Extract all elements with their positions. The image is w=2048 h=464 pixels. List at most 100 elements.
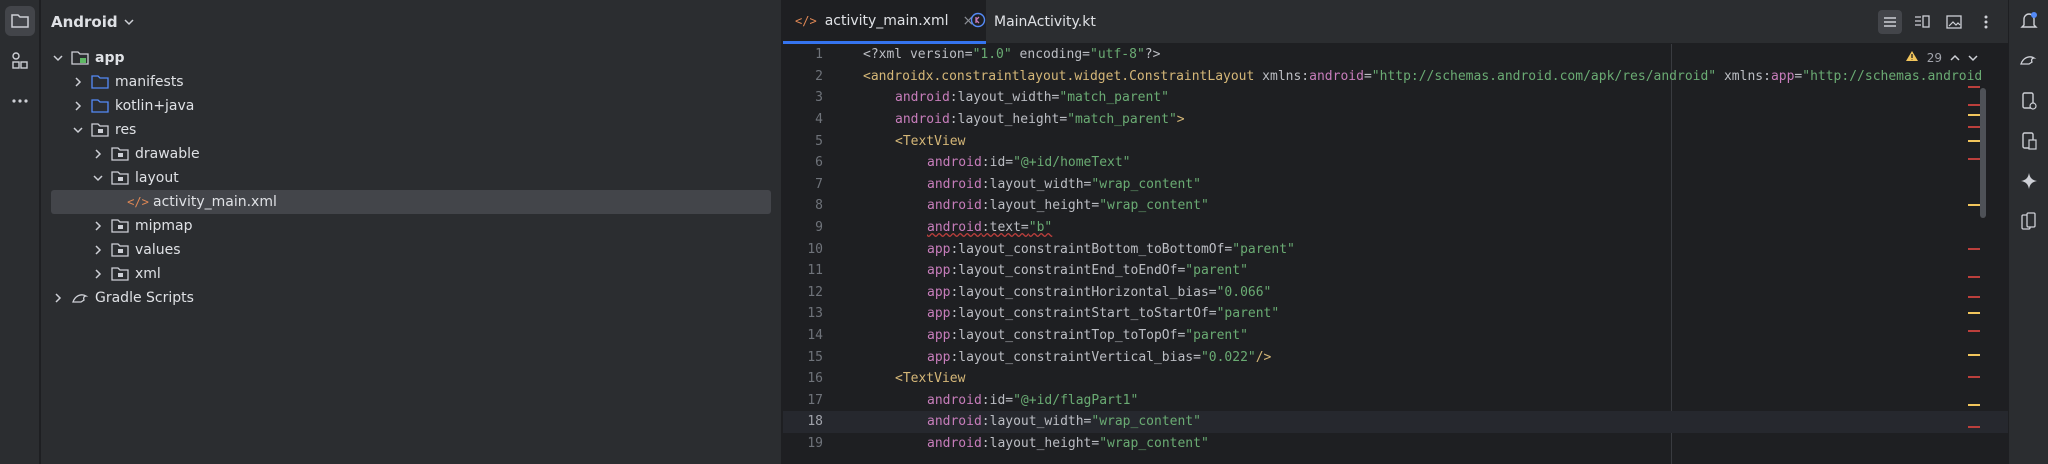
error-mark[interactable] xyxy=(1968,248,1980,250)
tree-item-drawable[interactable]: drawable xyxy=(41,142,781,166)
chevron-right-icon[interactable] xyxy=(71,101,85,111)
code-line: 11 app:layout_constraintEnd_toEndOf="par… xyxy=(783,260,2008,282)
tree-item-label: manifests xyxy=(115,74,184,90)
gemini-button[interactable] xyxy=(2014,46,2044,76)
code-view-button[interactable] xyxy=(1878,10,1902,34)
tree-item-kotlin-java[interactable]: kotlin+java xyxy=(41,94,781,118)
chevron-down-icon[interactable] xyxy=(91,174,105,182)
code-content: app:layout_constraintTop_toTopOf="parent… xyxy=(927,328,1248,344)
line-number: 4 xyxy=(815,112,823,128)
chevron-down-icon[interactable] xyxy=(51,54,65,62)
code-line: 2 <androidx.constraintlayout.widget.Cons… xyxy=(783,66,2008,88)
error-mark[interactable] xyxy=(1968,86,1980,88)
code-line: 13 app:layout_constraintStart_toStartOf=… xyxy=(783,303,2008,325)
tree-item-activity-main-xml[interactable]: </> activity_main.xml xyxy=(51,190,771,214)
error-mark[interactable] xyxy=(1968,330,1980,332)
error-mark[interactable] xyxy=(1968,276,1980,278)
warning-mark[interactable] xyxy=(1968,114,1980,116)
warnings-count: 29 xyxy=(1926,50,1942,65)
tab-activity-main-xml[interactable]: </> activity_main.xml × xyxy=(783,0,987,44)
vertical-scrollbar-thumb[interactable] xyxy=(1980,88,1986,218)
tab-main-activity-kt[interactable]: MainActivity.kt xyxy=(958,0,1108,44)
code-line: 12 app:layout_constraintHorizontal_bias=… xyxy=(783,282,2008,304)
split-view-button[interactable] xyxy=(1910,10,1934,34)
more-options-button[interactable] xyxy=(1974,10,1998,34)
code-content: app:layout_constraintVertical_bias="0.02… xyxy=(927,349,1272,365)
code-content: android:id="@+id/homeText" xyxy=(927,155,1131,171)
error-mark[interactable] xyxy=(1968,376,1980,378)
device-mirror-icon xyxy=(2021,212,2036,230)
line-number: 19 xyxy=(807,435,823,451)
code-line: 15 app:layout_constraintVertical_bias="0… xyxy=(783,346,2008,368)
code-content: android:layout_width="match_parent" xyxy=(895,90,1169,106)
code-editor[interactable]: 1 <?xml version="1.0" encoding="utf-8"?>… xyxy=(783,44,2008,464)
error-stripe[interactable] xyxy=(1968,86,1980,456)
project-folder-button[interactable] xyxy=(5,6,35,36)
line-number: 5 xyxy=(815,133,823,149)
tree-item-res[interactable]: res xyxy=(41,118,781,142)
next-highlight-button[interactable] xyxy=(1968,51,1978,65)
tree-item-manifests[interactable]: manifests xyxy=(41,70,781,94)
device-manager-icon xyxy=(2022,92,2037,110)
code-content: android:layout_height="wrap_content" xyxy=(927,198,1209,214)
module-folder-icon xyxy=(71,50,89,66)
warning-mark[interactable] xyxy=(1968,312,1980,314)
error-mark[interactable] xyxy=(1968,426,1980,428)
chevron-down-icon[interactable] xyxy=(71,126,85,134)
chevron-right-icon[interactable] xyxy=(51,293,65,303)
more-icon xyxy=(12,99,28,103)
ai-assistant-button[interactable] xyxy=(2014,166,2044,196)
line-number: 8 xyxy=(815,198,823,214)
code-line: 1 <?xml version="1.0" encoding="utf-8"?> xyxy=(783,44,2008,66)
project-view-selector[interactable]: Android xyxy=(51,10,134,34)
editor-view-mode-toolbar xyxy=(1878,10,1998,34)
chevron-down-icon xyxy=(1968,54,1978,61)
code-line: 9 android:text="b" xyxy=(783,217,2008,239)
chevron-right-icon[interactable] xyxy=(91,149,105,159)
chevron-right-icon[interactable] xyxy=(71,77,85,87)
code-line: 4 android:layout_height="match_parent"> xyxy=(783,109,2008,131)
previous-highlight-button[interactable] xyxy=(1950,51,1960,65)
structure-icon xyxy=(12,52,28,69)
folder-icon xyxy=(11,14,29,28)
warning-mark[interactable] xyxy=(1968,204,1980,206)
design-view-button[interactable] xyxy=(1942,10,1966,34)
warning-mark[interactable] xyxy=(1968,404,1980,406)
design-view-icon xyxy=(1946,15,1962,29)
device-manager-button[interactable] xyxy=(2014,86,2044,116)
tree-item-label: layout xyxy=(135,170,179,186)
chevron-right-icon[interactable] xyxy=(91,269,105,279)
more-tools-button[interactable] xyxy=(5,86,35,116)
running-devices-button[interactable] xyxy=(2014,126,2044,156)
chevron-right-icon[interactable] xyxy=(91,245,105,255)
warning-mark[interactable] xyxy=(1968,354,1980,356)
res-folder-icon xyxy=(111,242,129,258)
tree-item-xml[interactable]: xml xyxy=(41,262,781,286)
chevron-right-icon[interactable] xyxy=(91,221,105,231)
device-mirror-button[interactable] xyxy=(2014,206,2044,236)
structure-button[interactable] xyxy=(5,46,35,76)
tab-label: MainActivity.kt xyxy=(994,14,1096,30)
inspection-widget[interactable]: 29 xyxy=(1905,50,1978,65)
tree-item-gradle-scripts[interactable]: Gradle Scripts xyxy=(41,286,781,310)
line-number: 2 xyxy=(815,68,823,84)
tree-item-layout[interactable]: layout xyxy=(41,166,781,190)
error-mark[interactable] xyxy=(1968,126,1980,128)
notifications-button[interactable] xyxy=(2014,6,2044,36)
tree-item-label: xml xyxy=(135,266,161,282)
error-mark[interactable] xyxy=(1968,158,1980,160)
error-mark[interactable] xyxy=(1968,104,1980,106)
code-content: android:id="@+id/flagPart1" xyxy=(927,392,1139,408)
code-content: android:layout_height="match_parent"> xyxy=(895,112,1185,128)
editor-area: </> activity_main.xml × MainActivity.kt xyxy=(783,0,2008,464)
error-mark[interactable] xyxy=(1968,296,1980,298)
line-number: 11 xyxy=(807,263,823,279)
warning-mark[interactable] xyxy=(1968,140,1980,142)
code-content: <?xml version="1.0" encoding="utf-8"?> xyxy=(863,47,1161,63)
gemini-icon xyxy=(2020,56,2037,65)
tree-item-values[interactable]: values xyxy=(41,238,781,262)
more-vertical-icon xyxy=(1984,15,1988,29)
tree-item-mipmap[interactable]: mipmap xyxy=(41,214,781,238)
tree-item-app[interactable]: app xyxy=(41,46,781,70)
code-content: android:layout_width="wrap_content" xyxy=(927,414,1201,430)
